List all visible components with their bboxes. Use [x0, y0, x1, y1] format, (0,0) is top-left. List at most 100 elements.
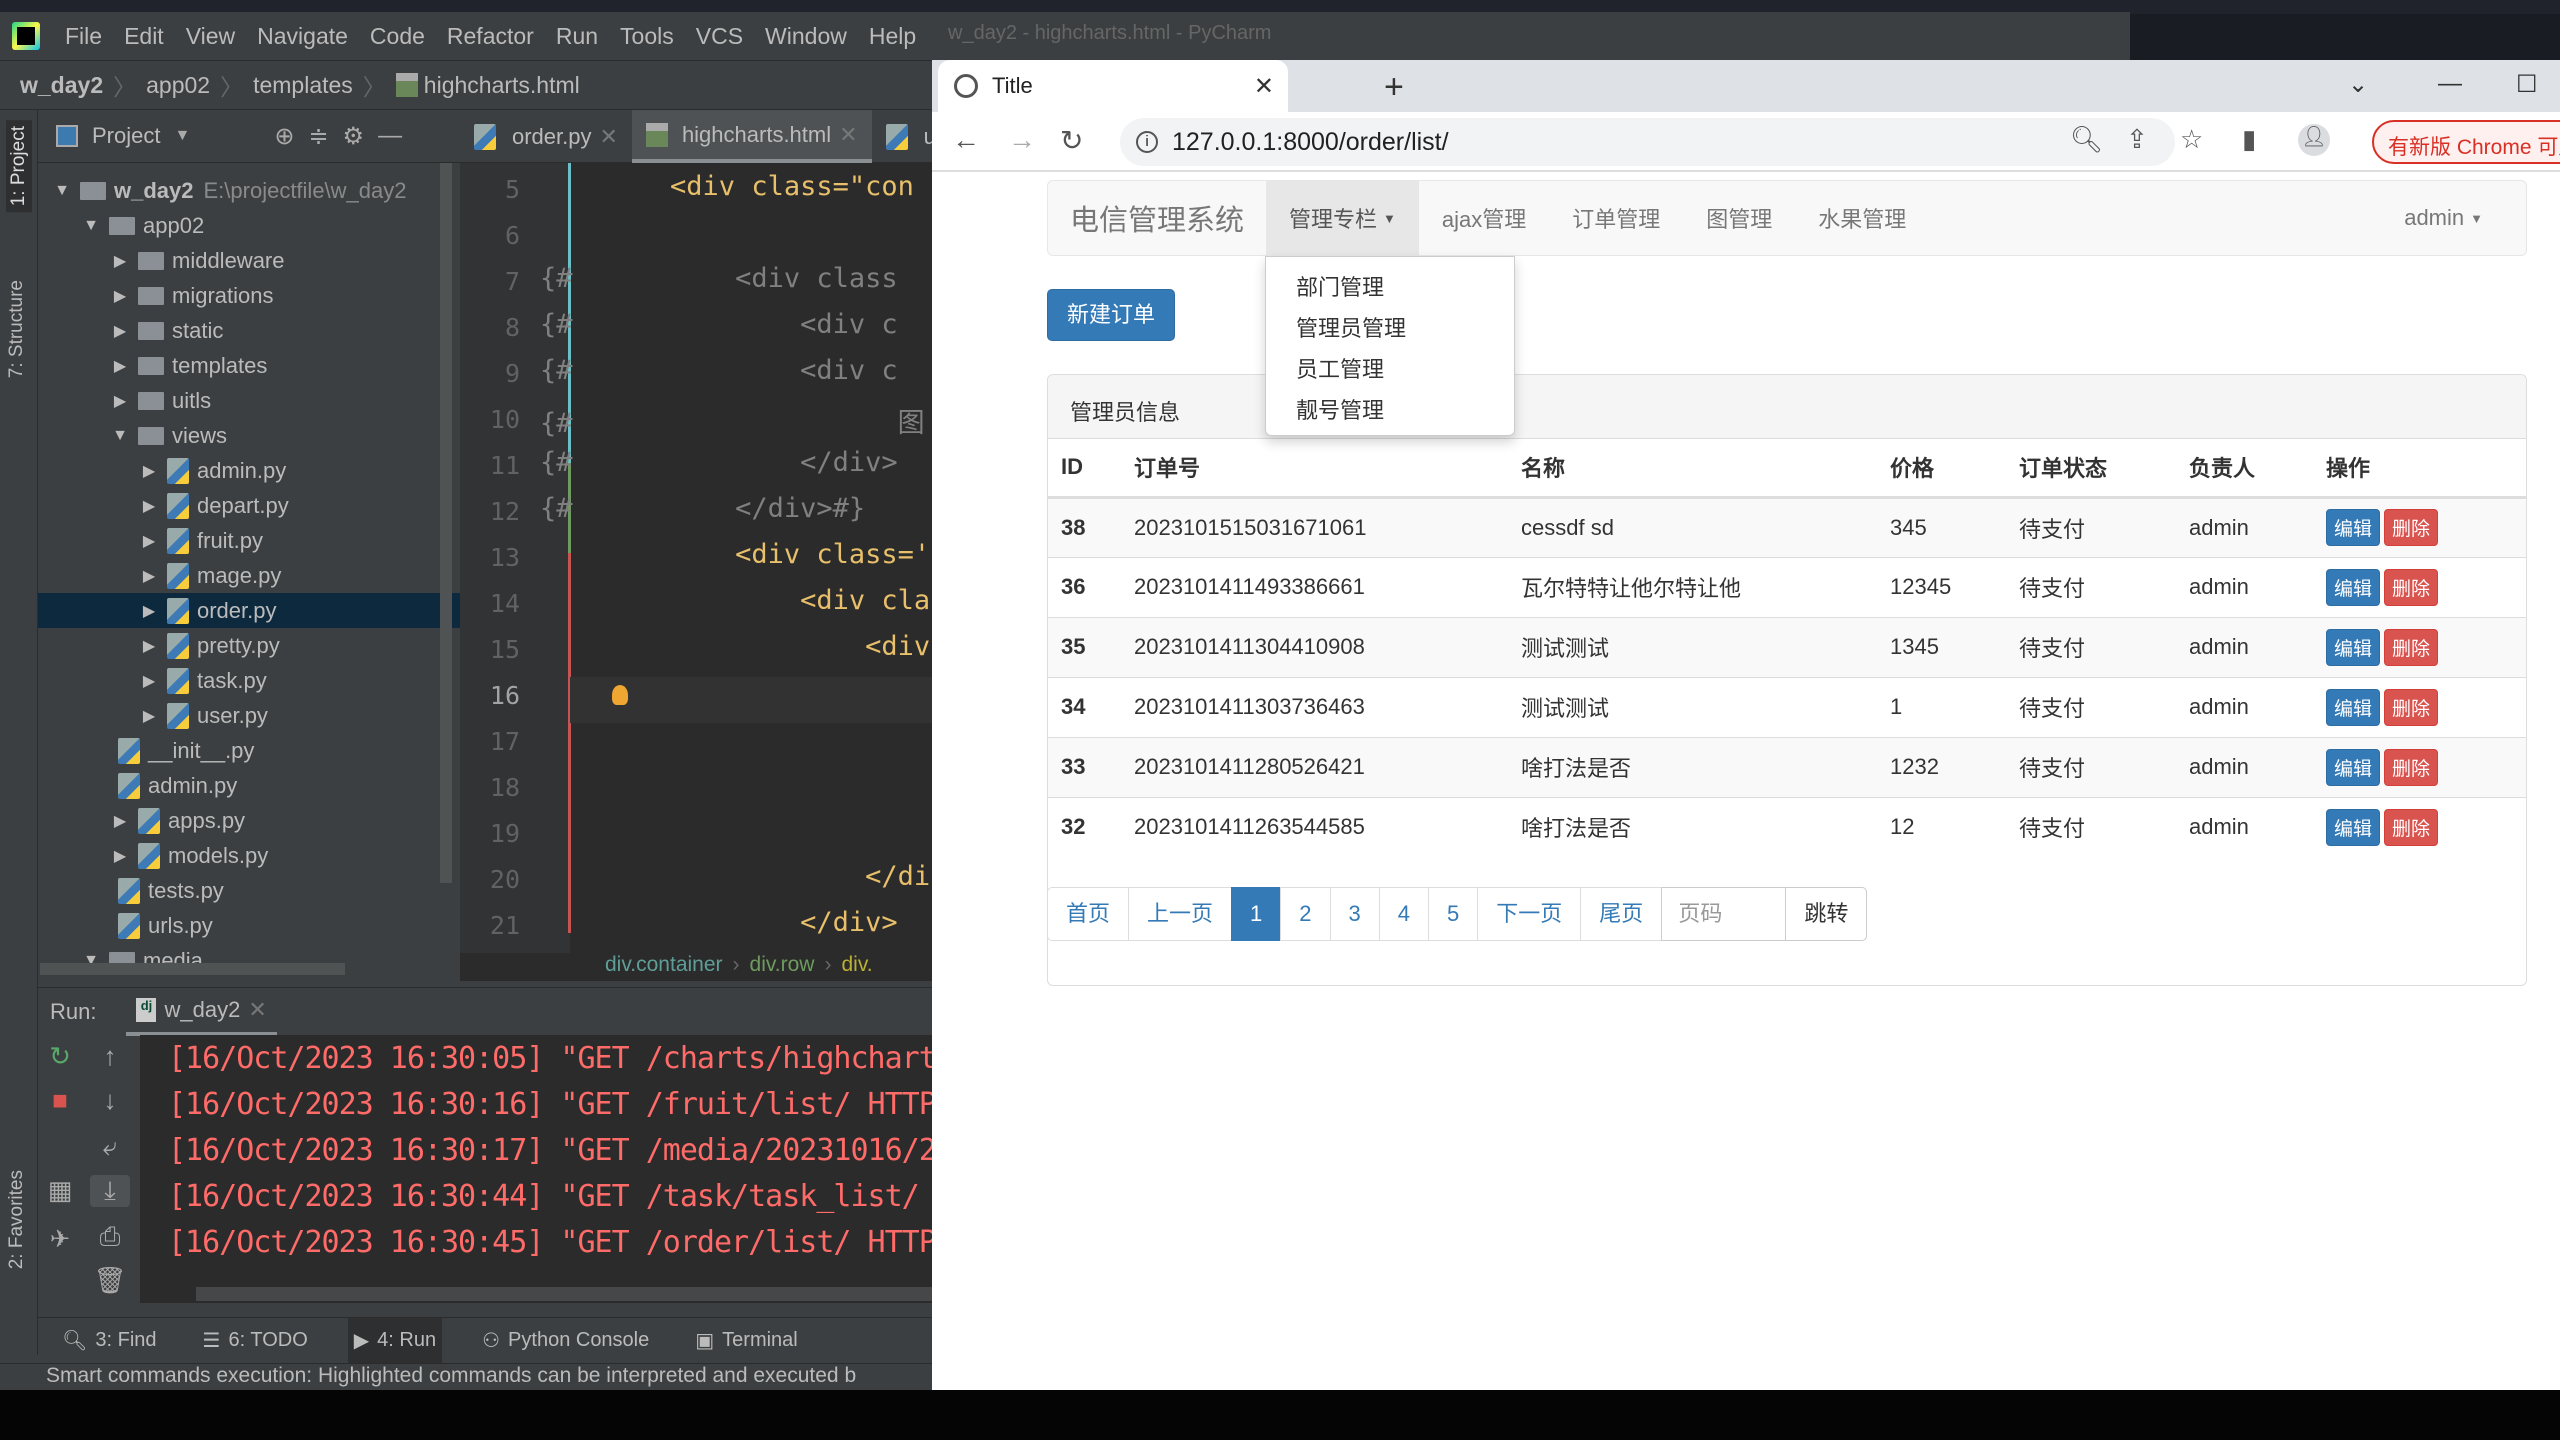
collapsed-arrow-icon[interactable]: ▶	[110, 846, 130, 866]
minimize-icon[interactable]: —	[2438, 70, 2462, 98]
tool-tab-favorites[interactable]: 2: Favorites	[6, 1170, 28, 1269]
pager-page-3[interactable]: 3	[1329, 887, 1380, 941]
expanded-arrow-icon[interactable]: ▼	[110, 427, 130, 445]
pager-last[interactable]: 尾页	[1580, 887, 1663, 941]
tree-item[interactable]: ▶ depart.py	[38, 488, 460, 523]
pager-first[interactable]: 首页	[1048, 887, 1130, 941]
tree-item[interactable]: ▶ models.py	[38, 838, 460, 873]
tree-item[interactable]: admin.py	[38, 768, 460, 803]
menu-edit[interactable]: Edit	[113, 23, 175, 50]
jump-button[interactable]: 跳转	[1785, 887, 1868, 941]
tree-item[interactable]: ▶ task.py	[38, 663, 460, 698]
breadcrumb-item[interactable]: div.	[841, 953, 872, 976]
minimize-icon[interactable]: —	[378, 122, 402, 150]
collapsed-arrow-icon[interactable]: ▶	[110, 251, 130, 271]
rerun-icon[interactable]: ↻	[40, 1041, 80, 1072]
collapsed-arrow-icon[interactable]: ▶	[139, 566, 159, 586]
zoom-icon[interactable]: 🔍︎	[2070, 124, 2103, 155]
print-icon[interactable]: ⎙	[90, 1221, 130, 1253]
url-bar[interactable]: i 127.0.0.1:8000/order/list/	[1120, 118, 2175, 166]
nav-item-fruit[interactable]: 水果管理	[1795, 181, 1929, 255]
maximize-icon[interactable]: ☐	[2516, 70, 2538, 99]
update-chrome-button[interactable]: 有新版 Chrome 可用	[2372, 120, 2560, 164]
breadcrumb-item[interactable]: app02	[146, 72, 210, 99]
expanded-arrow-icon[interactable]: ▼	[52, 182, 72, 200]
star-icon[interactable]: ☆	[2180, 124, 2203, 155]
horizontal-scrollbar[interactable]	[196, 1287, 932, 1301]
share-icon[interactable]: ⇪	[2126, 124, 2148, 155]
menu-tools[interactable]: Tools	[609, 23, 685, 50]
dropdown-item-admin[interactable]: 管理员管理	[1266, 308, 1514, 349]
edit-button[interactable]: 编辑	[2326, 748, 2381, 786]
collapsed-arrow-icon[interactable]: ▶	[139, 706, 159, 726]
close-icon[interactable]: ✕	[600, 124, 618, 150]
stop-icon[interactable]: ■	[40, 1085, 80, 1116]
menu-window[interactable]: Window	[754, 23, 858, 50]
chevron-down-icon[interactable]: ▼	[174, 127, 190, 145]
tree-item[interactable]: ▼ app02	[38, 208, 460, 243]
reload-icon[interactable]: ↻	[1060, 124, 1083, 157]
project-view-selector[interactable]: Project	[92, 123, 160, 149]
run-console[interactable]: [16/Oct/2023 16:30:05] "GET /charts/high…	[140, 1035, 932, 1303]
nav-item-manage[interactable]: 管理专栏 ▼	[1266, 181, 1419, 255]
pager-page-5[interactable]: 5	[1428, 887, 1479, 941]
collapsed-arrow-icon[interactable]: ▶	[139, 461, 159, 481]
pager-page-1[interactable]: 1	[1231, 887, 1282, 941]
bottom-tab-terminal[interactable]: ▣ Terminal	[689, 1318, 803, 1364]
arrow-down-icon[interactable]: ↓	[90, 1085, 130, 1116]
breadcrumb-item[interactable]: w_day2	[20, 72, 103, 99]
collapsed-arrow-icon[interactable]: ▶	[110, 811, 130, 831]
delete-button[interactable]: 删除	[2384, 509, 2439, 546]
menu-help[interactable]: Help	[858, 23, 927, 50]
tree-item[interactable]: ▶ templates	[38, 348, 460, 383]
tree-item[interactable]: tests.py	[38, 873, 460, 908]
scroll-to-end-icon[interactable]: ⤓	[90, 1175, 130, 1207]
tree-item[interactable]: ▼ w_day2 E:\projectfile\w_day2	[38, 173, 460, 208]
tree-item[interactable]: ▶ pretty.py	[38, 628, 460, 663]
pager-page-4[interactable]: 4	[1378, 887, 1430, 941]
tree-item[interactable]: urls.py	[38, 908, 460, 943]
info-icon[interactable]: i	[1136, 131, 1158, 153]
edit-button[interactable]: 编辑	[2326, 568, 2381, 606]
tree-item[interactable]: ▶ admin.py	[38, 453, 460, 488]
delete-button[interactable]: 删除	[2384, 628, 2439, 666]
editor-tab[interactable]: highcharts.html ✕	[631, 110, 872, 163]
locate-icon[interactable]: ⊕	[274, 122, 294, 151]
bottom-tab-pythonconsole[interactable]: ⚇ Python Console	[476, 1318, 655, 1364]
tree-item[interactable]: ▶ order.py	[38, 593, 460, 628]
tree-item[interactable]: __init__.py	[38, 733, 460, 768]
edit-button[interactable]: 编辑	[2326, 509, 2381, 546]
nav-item-charts[interactable]: 图管理	[1683, 181, 1795, 255]
gear-icon[interactable]: ⚙	[343, 122, 365, 151]
collapsed-arrow-icon[interactable]: ▶	[139, 636, 159, 656]
pin-icon[interactable]: ✈	[40, 1225, 80, 1254]
url-text[interactable]: 127.0.0.1:8000/order/list/	[1172, 128, 1449, 157]
close-icon[interactable]: ✕	[248, 997, 266, 1023]
edit-button[interactable]: 编辑	[2326, 628, 2381, 666]
tree-horizontal-scrollbar[interactable]	[40, 963, 345, 975]
bottom-tab-find[interactable]: 🔍︎ 3: Find	[56, 1318, 163, 1364]
tree-item[interactable]: ▶ fruit.py	[38, 523, 460, 558]
back-icon[interactable]: ←	[952, 124, 980, 156]
collapsed-arrow-icon[interactable]: ▶	[110, 321, 130, 341]
soft-wrap-icon[interactable]: ⤶	[90, 1131, 130, 1163]
collapsed-arrow-icon[interactable]: ▶	[110, 286, 130, 306]
menu-run[interactable]: Run	[545, 23, 609, 50]
arrow-up-icon[interactable]: ↑	[90, 1041, 130, 1072]
menu-code[interactable]: Code	[359, 23, 436, 50]
tree-item[interactable]: ▶ apps.py	[38, 803, 460, 838]
close-tab-icon[interactable]: ✕	[1254, 72, 1274, 101]
new-order-button[interactable]: 新建订单	[1047, 289, 1175, 341]
dropdown-item-department[interactable]: 部门管理	[1266, 267, 1514, 308]
close-icon[interactable]: ✕	[839, 122, 857, 148]
tree-item[interactable]: ▶ uitls	[38, 383, 460, 418]
tree-item[interactable]: ▶ static	[38, 313, 460, 348]
breadcrumb-item[interactable]: templates	[253, 72, 353, 99]
collapsed-arrow-icon[interactable]: ▶	[110, 356, 130, 376]
tree-item[interactable]: ▼ views	[38, 418, 460, 453]
collapsed-arrow-icon[interactable]: ▶	[139, 496, 159, 516]
tree-vertical-scrollbar[interactable]	[440, 163, 452, 883]
nav-item-orders[interactable]: 订单管理	[1549, 181, 1683, 255]
menu-view[interactable]: View	[175, 23, 246, 50]
lightbulb-icon[interactable]	[612, 685, 628, 705]
